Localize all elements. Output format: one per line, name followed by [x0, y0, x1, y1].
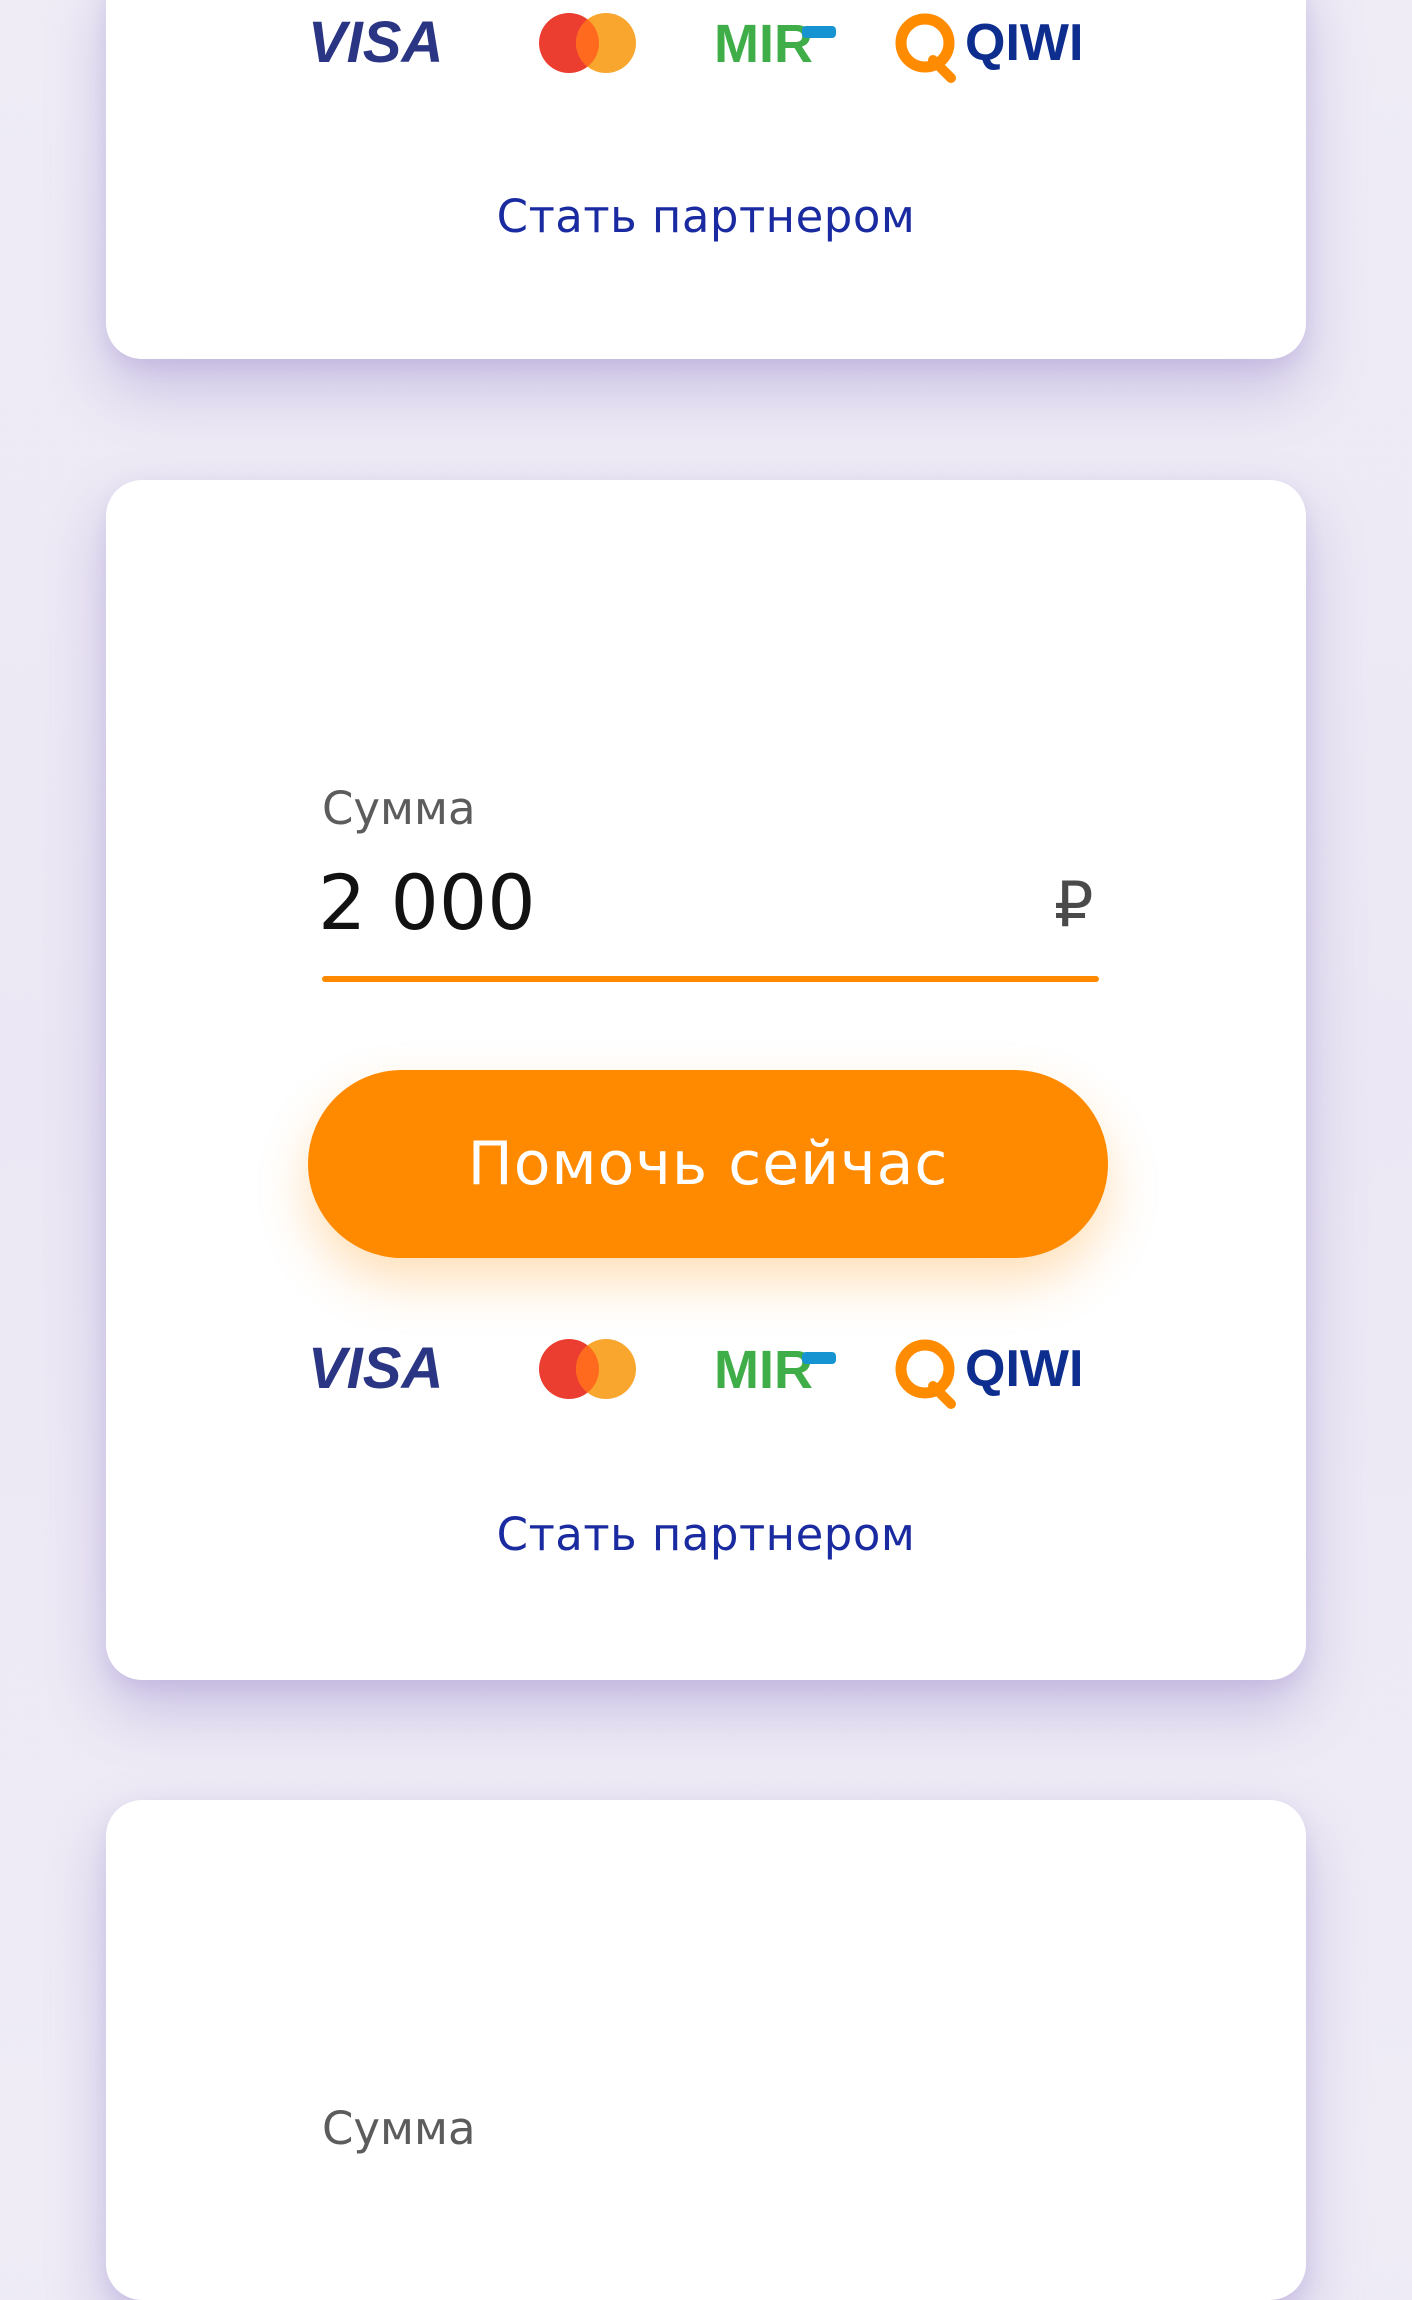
mastercard-icon [539, 13, 636, 73]
svg-text:QIWI: QIWI [965, 1340, 1083, 1398]
donation-card-bottom: Сумма [106, 1800, 1306, 2300]
qiwi-logo: QIWI [895, 1339, 1083, 1409]
become-partner-link[interactable]: Стать партнером [106, 190, 1306, 243]
mir-logo: MIR [714, 1340, 836, 1400]
sum-input[interactable] [318, 854, 998, 950]
donation-card-top: VISA MIR QIWI Стать партнером [106, 0, 1306, 359]
help-now-button[interactable]: Помочь сейчас [308, 1070, 1108, 1258]
ruble-currency-sign: ₽ [1054, 868, 1094, 941]
sum-label: Сумма [322, 2102, 476, 2155]
mir-logo: MIR [714, 14, 836, 74]
donation-card-main: Сумма ₽ Помочь сейчас VISA MIR QIWI Стат… [106, 480, 1306, 1680]
visa-logo: VISA [308, 1336, 443, 1401]
qiwi-logo: QIWI [895, 13, 1083, 83]
payment-methods-row: VISA MIR QIWI [306, 2, 1206, 83]
sum-label: Сумма [322, 782, 476, 835]
svg-text:VISA: VISA [308, 10, 443, 75]
payment-methods-row: VISA MIR QIWI [306, 1328, 1206, 1409]
visa-logo: VISA [308, 10, 443, 75]
svg-text:VISA: VISA [308, 1336, 443, 1401]
svg-text:QIWI: QIWI [965, 14, 1083, 72]
mastercard-icon [539, 1339, 636, 1399]
svg-text:MIR: MIR [714, 1340, 813, 1400]
sum-input-underline [322, 976, 1099, 982]
become-partner-link[interactable]: Стать партнером [106, 1508, 1306, 1561]
svg-text:MIR: MIR [714, 14, 813, 74]
